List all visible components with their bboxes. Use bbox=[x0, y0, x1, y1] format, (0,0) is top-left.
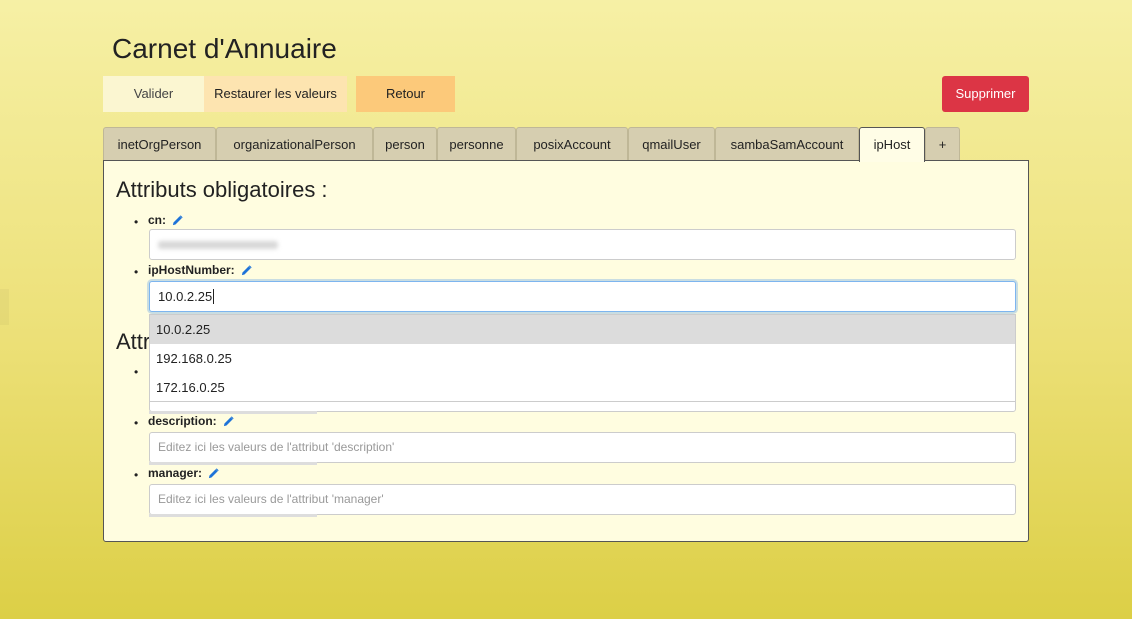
optional-attributes-title: Attr bbox=[116, 329, 151, 354]
valider-button[interactable]: Valider bbox=[103, 76, 204, 112]
restore-values-button[interactable]: Restaurer les valeurs bbox=[204, 76, 347, 112]
page-title: Carnet d'Annuaire bbox=[112, 33, 337, 64]
input-underline bbox=[149, 514, 317, 517]
autocomplete-option[interactable]: 172.16.0.25 bbox=[150, 373, 1015, 402]
edit-pencil-icon[interactable] bbox=[172, 215, 183, 229]
retour-button[interactable]: Retour bbox=[356, 76, 455, 112]
iphostnumber-attr-label: ipHostNumber: bbox=[148, 263, 252, 279]
text-cursor: ​ bbox=[213, 289, 215, 304]
bullet: • bbox=[134, 265, 139, 279]
tab-sambasamaccount[interactable]: sambaSamAccount bbox=[715, 127, 859, 160]
autocomplete-option[interactable]: 192.168.0.25 bbox=[150, 344, 1015, 373]
tab-iphost[interactable]: ipHost bbox=[859, 127, 925, 162]
input-underline bbox=[149, 462, 317, 465]
iphostnumber-label-text: ipHostNumber: bbox=[148, 263, 235, 277]
cn-input[interactable] bbox=[149, 229, 1016, 260]
description-label-text: description: bbox=[148, 414, 217, 428]
manager-attr-label: manager: bbox=[148, 466, 219, 482]
required-attributes-title: Attributs obligatoires : bbox=[116, 177, 328, 202]
iphostnumber-value: 10.0.2.25 bbox=[158, 289, 213, 304]
manager-input[interactable]: Editez ici les valeurs de l'attribut 'ma… bbox=[149, 484, 1016, 515]
bullet: • bbox=[134, 468, 139, 482]
side-handle bbox=[0, 289, 9, 325]
autocomplete-option[interactable]: 10.0.2.25 bbox=[150, 315, 1015, 344]
description-attr-label: description: bbox=[148, 414, 234, 430]
description-input[interactable]: Editez ici les valeurs de l'attribut 'de… bbox=[149, 432, 1016, 463]
tab-qmailuser[interactable]: qmailUser bbox=[628, 127, 715, 160]
tab-posixaccount[interactable]: posixAccount bbox=[516, 127, 628, 160]
tab-personne[interactable]: personne bbox=[437, 127, 516, 160]
edit-pencil-icon[interactable] bbox=[241, 265, 252, 279]
tab-organizationalperson[interactable]: organizationalPerson bbox=[216, 127, 373, 160]
tab-person[interactable]: person bbox=[373, 127, 437, 160]
bullet: • bbox=[134, 365, 139, 379]
autocomplete-dropdown: 10.0.2.25 192.168.0.25 172.16.0.25 bbox=[149, 314, 1016, 402]
delete-button[interactable]: Supprimer bbox=[942, 76, 1029, 112]
manager-label-text: manager: bbox=[148, 466, 203, 480]
edit-pencil-icon[interactable] bbox=[223, 416, 234, 430]
bullet: • bbox=[134, 416, 139, 430]
bullet: • bbox=[134, 215, 139, 229]
add-tab-button[interactable]: + bbox=[925, 127, 960, 160]
iphostnumber-input[interactable]: 10.0.2.25​ bbox=[149, 281, 1016, 312]
tab-inetorgperson[interactable]: inetOrgPerson bbox=[103, 127, 216, 160]
cn-attr-label: cn: bbox=[148, 213, 183, 229]
redacted-value bbox=[158, 240, 278, 249]
cn-label-text: cn: bbox=[148, 213, 166, 227]
edit-pencil-icon[interactable] bbox=[208, 468, 219, 482]
